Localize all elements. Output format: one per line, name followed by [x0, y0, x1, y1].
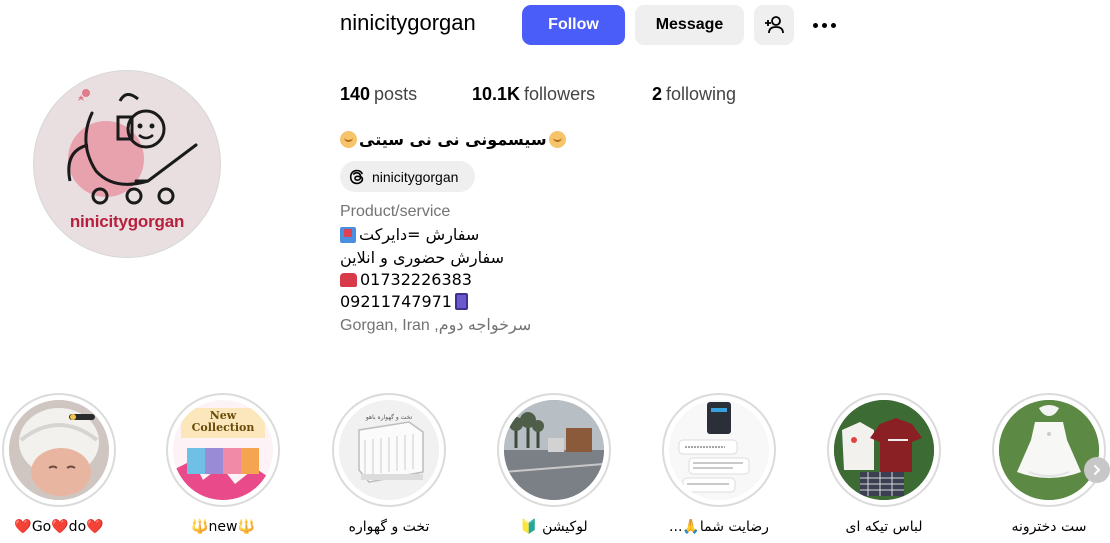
highlight-ring [2, 393, 116, 507]
bio-text: سفارش حضوری و انلاین [340, 248, 504, 267]
white-dress-photo-icon [999, 400, 1099, 500]
posts-stat[interactable]: 140 posts [340, 84, 417, 105]
street-photo-icon [504, 400, 604, 500]
baby-emoji-icon [548, 131, 566, 148]
full-name-text: سیسمونی نی نی سیتی [359, 130, 547, 149]
posts-label: posts [374, 84, 418, 104]
chevron-right-icon [1094, 465, 1101, 475]
highlight-ring [827, 393, 941, 507]
avatar-brand-text: ninicitygorgan [69, 212, 185, 231]
bio-mobile: 09211747971 [340, 292, 452, 311]
highlight-label: رضایت شما🙏... [669, 519, 769, 535]
following-count: 2 [652, 84, 663, 104]
following-label: following [666, 84, 737, 104]
follow-button[interactable]: Follow [522, 5, 625, 45]
highlight-ring: تخت و گهواره باهو [332, 393, 446, 507]
profile-location[interactable]: Gorgan, Iran ,سرخواجه دوم [340, 315, 531, 335]
following-stat[interactable]: 2 following [652, 84, 736, 105]
more-options-button[interactable] [806, 12, 842, 38]
profile-avatar[interactable]: ninicitygorgan [33, 70, 221, 258]
highlight-cover [834, 400, 934, 500]
highlight-ring: New Collection [166, 393, 280, 507]
highlight-clothes[interactable]: لباس تیکه ای [825, 393, 943, 535]
highlight-cover [9, 400, 109, 500]
highlight-label: لوکیشن 🔰 [520, 519, 588, 535]
posts-count: 140 [340, 84, 371, 104]
followers-stat[interactable]: 10.1K followers [472, 84, 595, 105]
profile-full-name: سیسمونی نی نی سیتی [340, 130, 566, 149]
highlight-go-do[interactable]: ❤️Go❤️do❤️ [0, 393, 118, 535]
highlight-crib[interactable]: تخت و گهواره باهو تخت و گهواره [330, 393, 448, 535]
mobile-phone-icon [454, 293, 468, 310]
chat-screenshot-icon [669, 400, 769, 500]
baby-photo-icon [9, 400, 109, 500]
highlight-cover: New Collection [173, 400, 273, 500]
threads-link[interactable]: ninicitygorgan [340, 161, 475, 192]
bio-line: 01732226383 [340, 270, 472, 289]
highlight-ring [662, 393, 776, 507]
highlight-new[interactable]: New Collection 🔱new🔱 [164, 393, 282, 535]
highlight-cover [504, 400, 604, 500]
telephone-icon [340, 272, 357, 287]
bio-text: سفارش =دایرکت [359, 225, 480, 244]
highlight-label: ❤️Go❤️do❤️ [14, 519, 104, 535]
threads-icon [349, 169, 364, 184]
more-dot [830, 22, 836, 28]
highlight-label: ست دخترونه [1011, 519, 1087, 535]
baby-emoji-icon [340, 131, 357, 148]
suggested-accounts-button[interactable] [754, 5, 794, 45]
followers-label: followers [524, 84, 596, 104]
followers-count: 10.1K [472, 84, 521, 104]
threads-handle: ninicitygorgan [372, 168, 459, 185]
highlight-label: لباس تیکه ای [845, 519, 923, 535]
highlight-ring [497, 393, 611, 507]
highlight-location[interactable]: لوکیشن 🔰 [495, 393, 613, 535]
profile-username: ninicitygorgan [340, 10, 476, 35]
profile-category: Product/service [340, 203, 451, 220]
bio-line: سفارش حضوری و انلاین [340, 248, 504, 267]
message-button[interactable]: Message [635, 5, 744, 45]
bio-line: سفارش =دایرکت [340, 225, 479, 244]
highlight-cover: تخت و گهواره باهو [339, 400, 439, 500]
crib-caption: تخت و گهواره باهو [365, 414, 413, 421]
highlight-cover [669, 400, 769, 500]
highlights-next-button[interactable] [1084, 457, 1110, 483]
bio-line: 09211747971 [340, 292, 468, 311]
highlight-cover [999, 400, 1099, 500]
baby-clothes-photo-icon [834, 400, 934, 500]
highlight-label: 🔱new🔱 [191, 519, 255, 535]
highlight-ring [992, 393, 1106, 507]
more-dots-icon [812, 22, 818, 28]
bio-phone: 01732226383 [360, 270, 472, 289]
new-collection-text: New Collection [191, 409, 255, 434]
highlight-satisfaction[interactable]: رضایت شما🙏... [660, 393, 778, 535]
person-plus-icon [765, 16, 784, 34]
highlight-label: تخت و گهواره [348, 519, 430, 535]
more-dot [821, 22, 827, 28]
inbox-tray-icon [340, 226, 356, 243]
